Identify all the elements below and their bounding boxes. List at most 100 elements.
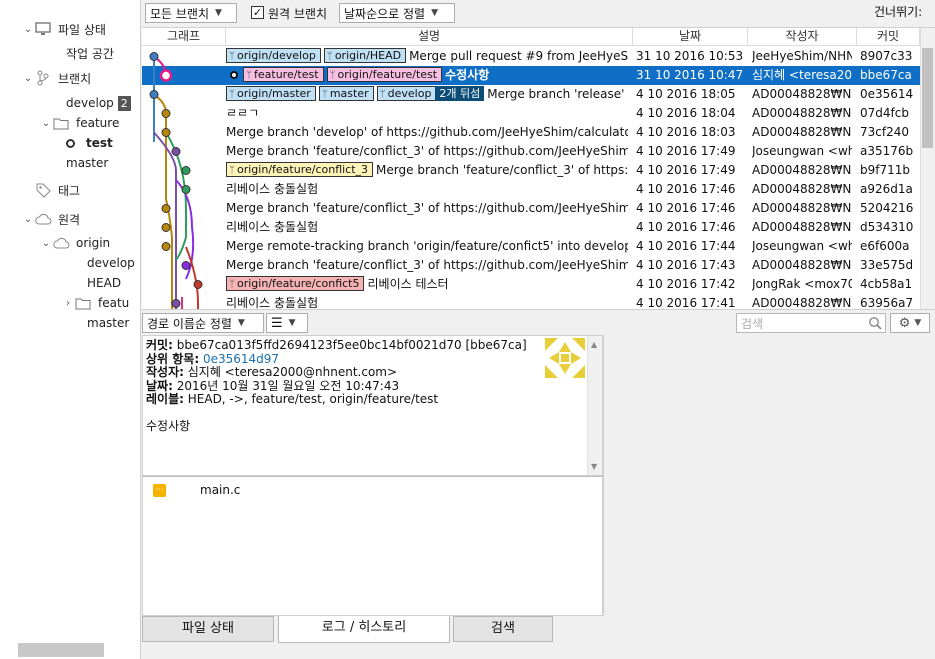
tab-file-status[interactable]: 파일 상태	[142, 616, 274, 642]
scroll-up-icon[interactable]: ▲	[591, 338, 597, 352]
commit-hash: bbe67ca	[860, 68, 912, 82]
path-sort-dropdown[interactable]: 경로 이름순 정렬 ▼	[142, 313, 264, 333]
sidebar-item-master[interactable]: master	[66, 153, 108, 173]
chevron-down-icon[interactable]: ⌄	[40, 238, 52, 249]
table-row[interactable]: ᛘ origin/master ᛘ master ᛘ develop 2개 뒤섬 Merge …	[142, 85, 920, 104]
sidebar-section-workspace[interactable]: ⌄ 파일 상태	[22, 19, 106, 39]
ref-label[interactable]: ᛘ feature/test	[243, 67, 324, 82]
sidebar-item-origin-master[interactable]: master	[87, 313, 129, 333]
ref-label[interactable]: ᛘ develop	[376, 86, 437, 101]
ref-label[interactable]: ᛘ origin/feature/conflict_3	[226, 162, 374, 177]
commit-description: Merge branch 'develop' of https://github…	[226, 123, 628, 142]
table-row[interactable]: ㄹㄹㄱ 4 10 2016 18:04 AD00048828₩NH 07d4fcb	[142, 104, 920, 123]
ref-label[interactable]: ᛘ origin/feature/confict5	[226, 276, 365, 291]
path-sort-value: 경로 이름순 정렬	[147, 316, 232, 331]
author-avatar	[545, 338, 585, 378]
behind-count-badge: 2개 뒤섬	[435, 86, 485, 101]
column-header-author[interactable]: 작성자	[748, 28, 857, 46]
column-header-graph[interactable]: 그래프	[142, 28, 226, 46]
table-row[interactable]: 리베이스 충돌실험 4 10 2016 17:46 AD00048828₩NH d53…	[142, 218, 920, 237]
chevron-down-icon[interactable]: ⌄	[40, 118, 52, 129]
sort-order-value: 날짜순으로 정렬	[344, 6, 426, 21]
remote-branches-label[interactable]: 원격 브랜치	[268, 5, 327, 22]
branch-icon: ᛘ	[229, 165, 235, 176]
commit-description: ᛘ origin/develop ᛘ origin/HEAD Merge pull re…	[226, 47, 628, 66]
table-row[interactable]: Merge branch 'feature/conflict_3' of htt…	[142, 256, 920, 275]
sidebar-remote-origin[interactable]: ⌄ origin	[40, 233, 110, 253]
sidebar-item-file-status[interactable]: 파일 상태	[58, 21, 106, 38]
tab-search[interactable]: 검색	[453, 616, 553, 642]
file-search-input[interactable]: 검색	[736, 313, 886, 333]
details-scrollbar[interactable]: ▲ ▼	[587, 336, 602, 475]
behind-count-badge: 2	[117, 95, 131, 111]
tab-log-history[interactable]: 로그 / 히스토리	[278, 616, 450, 643]
file-row[interactable]: ··· main.c	[153, 483, 240, 497]
folder-name-feature: feature	[76, 116, 120, 130]
jump-to-label[interactable]: 건너뛰기:	[874, 3, 922, 20]
commit-author: AD00048828₩NH	[752, 201, 852, 215]
sidebar-item-origin-head[interactable]: HEAD	[87, 273, 121, 293]
chevron-down-icon: ▼	[237, 318, 245, 328]
view-mode-dropdown[interactable]: ☰ ▼	[266, 313, 308, 333]
commit-date: 4 10 2016 18:03	[636, 125, 736, 139]
table-row[interactable]: ᛘ feature/test ᛘ origin/feature/test 수정사항 31 …	[142, 66, 920, 85]
commit-author: AD00048828₩NH	[752, 258, 852, 272]
remote-branches-checkbox[interactable]: ✓	[251, 6, 264, 19]
sidebar-section-remotes[interactable]: ⌄ 원격	[22, 209, 80, 229]
table-row[interactable]: Merge branch 'feature/conflict_3' of htt…	[142, 142, 920, 161]
sort-order-dropdown[interactable]: 날짜순으로 정렬 ▼	[339, 3, 455, 23]
column-header-description[interactable]: 설명	[226, 28, 633, 46]
commit-message: 수정사항	[445, 68, 490, 82]
graph-node	[161, 204, 171, 213]
search-icon[interactable]	[868, 316, 882, 330]
graph-node	[159, 69, 173, 82]
table-vertical-scrollbar[interactable]	[920, 28, 935, 309]
table-row[interactable]: ᛘ origin/feature/conflict_3 Merge branch '…	[142, 161, 920, 180]
column-header-date[interactable]: 날짜	[633, 28, 748, 46]
table-row[interactable]: Merge branch 'feature/conflict_3' of htt…	[142, 199, 920, 218]
commit-message: 리베이스 충돌실험	[226, 182, 319, 196]
scroll-down-icon[interactable]: ▼	[591, 460, 597, 474]
settings-dropdown[interactable]: ⚙ ▼	[890, 313, 930, 333]
commit-author: JongRak <mox705	[752, 277, 852, 291]
ref-label[interactable]: ᛘ origin/feature/test	[326, 67, 443, 82]
commit-message: Merge branch 'develop' of https://github…	[226, 125, 628, 139]
table-row[interactable]: ᛘ origin/develop ᛘ origin/HEAD Merge pull re…	[142, 47, 920, 66]
sidebar-item-origin-develop[interactable]: develop	[87, 253, 135, 273]
ref-label[interactable]: ᛘ origin/HEAD	[323, 48, 407, 63]
sidebar-section-branches[interactable]: ⌄ 브랜치	[22, 68, 91, 88]
table-row[interactable]: Merge branch 'develop' of https://github…	[142, 123, 920, 142]
chevron-down-icon[interactable]: ⌄	[22, 214, 34, 225]
chevron-right-icon[interactable]: ›	[62, 298, 74, 309]
table-row[interactable]: 리베이스 충돌실험 4 10 2016 17:41 AD00048828₩NH 639…	[142, 294, 920, 309]
sidebar-folder-origin-feature[interactable]: › featu	[62, 293, 129, 313]
chevron-down-icon[interactable]: ⌄	[22, 73, 34, 84]
table-row[interactable]: Merge remote-tracking branch 'origin/fea…	[142, 237, 920, 256]
branch-icon: ᛘ	[229, 89, 235, 100]
commit-date: 31 10 2016 10:47	[636, 68, 744, 82]
sidebar-item-develop[interactable]: develop 2	[66, 93, 131, 113]
commit-date: 4 10 2016 17:46	[636, 220, 736, 234]
parent-commit-link[interactable]: 0e35614d97	[203, 352, 279, 366]
branch-icon: ᛘ	[321, 89, 328, 100]
column-header-commit[interactable]: 커밋	[857, 28, 920, 46]
modified-file-icon: ···	[153, 483, 166, 497]
scrollbar-thumb[interactable]	[922, 48, 933, 148]
graph-node	[149, 52, 159, 61]
sidebar-item-working-copy[interactable]: 작업 공간	[66, 43, 114, 63]
chevron-down-icon[interactable]: ⌄	[22, 24, 34, 35]
commit-description: ᛘ origin/master ᛘ master ᛘ develop 2개 뒤섬 Merge …	[226, 85, 628, 104]
commit-hash: 33e575d	[860, 258, 914, 272]
changed-files-pane: ··· main.c	[142, 476, 603, 616]
table-row[interactable]: 리베이스 충돌실험 4 10 2016 17:46 AD00048828₩NH a92…	[142, 180, 920, 199]
ref-label[interactable]: ᛘ master	[318, 86, 374, 101]
ref-label[interactable]: ᛘ origin/develop	[226, 48, 321, 63]
branch-filter-dropdown[interactable]: 모든 브랜치 ▼	[145, 3, 237, 23]
table-row[interactable]: ᛘ origin/feature/confict5 리베이스 테스터 4 10 201…	[142, 275, 920, 294]
commit-author: AD00048828₩NH	[752, 220, 852, 234]
sidebar-item-test[interactable]: test	[66, 133, 113, 153]
sidebar-folder-feature[interactable]: ⌄ feature	[40, 113, 120, 133]
sidebar-horizontal-scrollbar[interactable]	[18, 643, 104, 657]
ref-label[interactable]: ᛘ origin/master	[226, 86, 316, 101]
sidebar-section-tags[interactable]: 태그	[22, 180, 80, 200]
